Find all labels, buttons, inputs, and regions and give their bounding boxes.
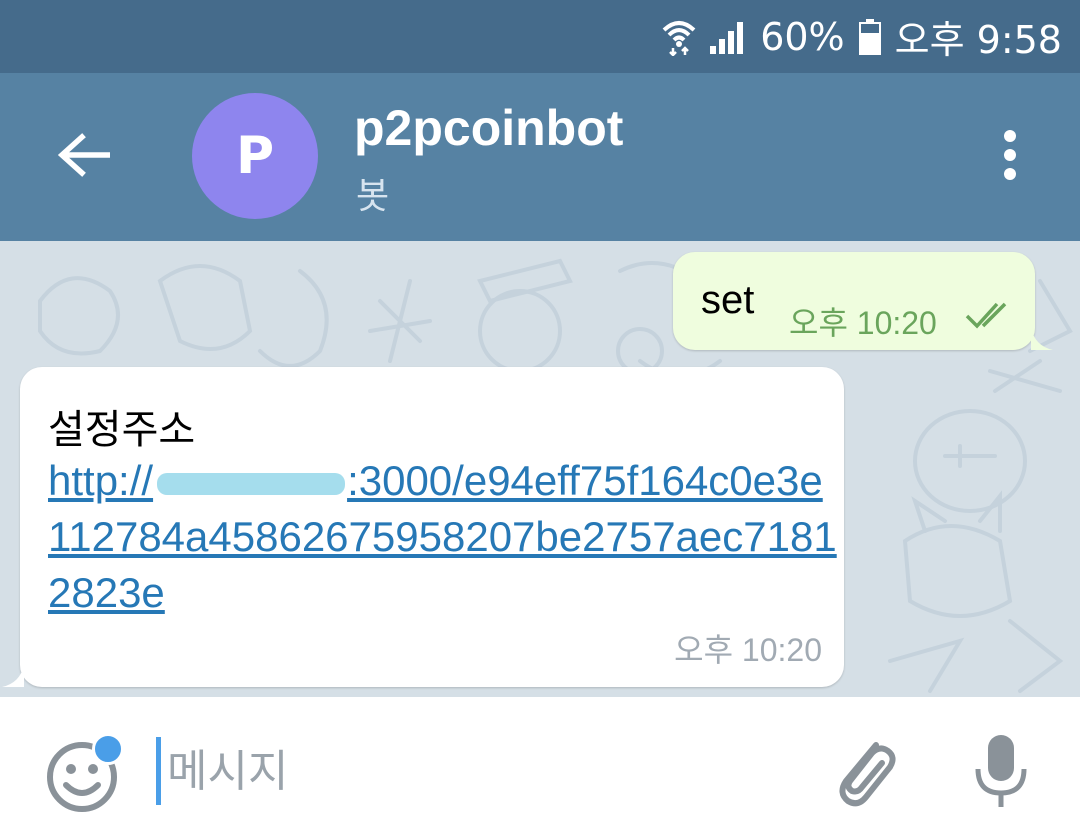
notification-dot [92,733,124,765]
status-bar: 60% 오후 9:58 [0,0,1080,73]
chat-title[interactable]: p2pcoinbot [354,99,623,157]
link-prefix: http:// [48,457,154,504]
double-check-icon [965,302,1015,334]
incoming-message[interactable]: 설정주소 http://:3000/e94eff75f164c0e3e11278… [2,367,844,687]
bubble-tail [1031,328,1053,350]
clock: 오후 9:58 [894,18,1062,62]
incoming-message-title: 설정주소 [48,407,196,453]
chat-header: P p2pcoinbot 봇 [0,73,1080,241]
redacted-host [157,472,346,495]
status-indicators: 60% 오후 9:58 [662,0,1062,73]
chat-subtitle: 봇 [356,176,390,217]
voice-record-button[interactable] [968,731,1034,813]
signal-icon [710,20,746,54]
incoming-message-time: 오후 10:20 [674,632,822,668]
back-arrow-icon [57,133,111,181]
wifi-icon [662,18,696,56]
microphone-icon [968,735,1034,817]
outgoing-message-text: set [701,278,755,322]
message-link[interactable]: http://:3000/e94eff75f164c0e3e112784a458… [48,453,838,621]
more-vert-icon [1002,129,1018,185]
battery-percent: 60% [760,14,845,59]
more-options-button[interactable] [980,127,1040,187]
emoji-icon [44,742,124,819]
avatar[interactable]: P [192,93,318,219]
paperclip-icon [828,742,900,815]
composer [0,697,1080,836]
attach-button[interactable] [828,731,900,811]
message-input[interactable] [156,737,776,805]
back-button[interactable] [48,117,120,197]
outgoing-message-time: 오후 10:20 [789,305,937,341]
message-list[interactable]: set 오후 10:20 설정주소 http://:3000/e94eff75f… [0,241,1080,697]
bubble-tail [2,665,24,687]
battery-icon [858,18,881,55]
outgoing-message[interactable]: set 오후 10:20 [673,252,1053,350]
